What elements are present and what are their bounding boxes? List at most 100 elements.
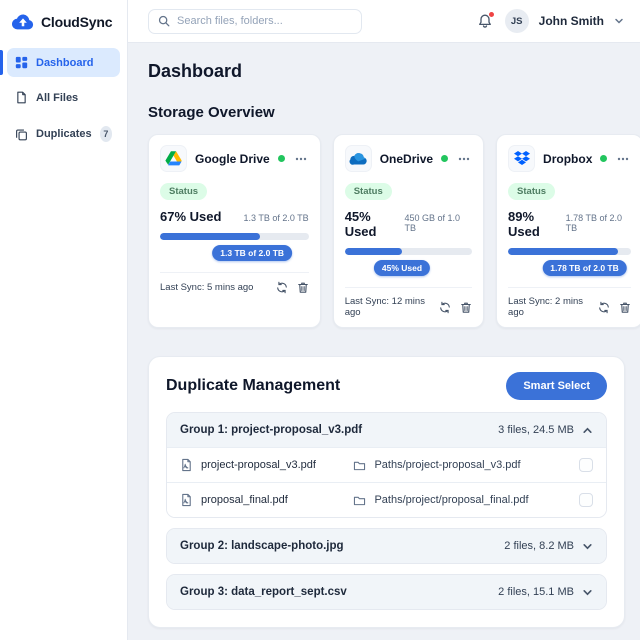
file-select-checkbox[interactable] <box>579 458 593 472</box>
used-percent-label: 67% Used <box>160 209 222 224</box>
more-options-icon[interactable] <box>293 155 309 163</box>
group-meta: 3 files, 24.5 MB <box>498 424 574 436</box>
main-area: JS John Smith Dashboard Storage Overview <box>128 0 640 640</box>
chevron-down-icon[interactable] <box>582 587 593 598</box>
chevron-up-icon[interactable] <box>582 425 593 436</box>
refresh-sync-icon[interactable] <box>598 301 610 314</box>
group-label: Group 1: project-proposal_v3.pdf <box>180 424 363 436</box>
file-icon <box>15 91 28 104</box>
app-name: CloudSync <box>41 14 113 30</box>
storage-progress-fill <box>160 233 260 240</box>
refresh-sync-icon[interactable] <box>439 301 451 314</box>
storage-progress-fill <box>508 248 618 255</box>
sidebar-item-all-files[interactable]: All Files <box>7 83 120 112</box>
duplicate-group-2: Group 2: landscape-photo.jpg 2 files, 8.… <box>166 528 607 564</box>
pdf-file-icon <box>180 493 193 507</box>
last-sync-label: Last Sync: 5 mins ago <box>160 282 254 293</box>
provider-name: Google Drive <box>195 151 270 166</box>
smart-select-button[interactable]: Smart Select <box>506 372 607 400</box>
trash-icon[interactable] <box>460 301 472 314</box>
capacity-label: 450 GB of 1.0 TB <box>404 213 461 233</box>
used-percent-label: 45% Used <box>344 209 377 239</box>
onedrive-icon <box>344 145 372 172</box>
duplicate-management-panel: Duplicate Management Smart Select Group … <box>148 356 625 628</box>
connected-status-dot <box>600 155 608 162</box>
more-options-icon[interactable] <box>615 155 631 163</box>
avatar[interactable]: JS <box>504 9 529 33</box>
group-meta: 2 files, 15.1 MB <box>498 586 574 598</box>
page-title: Dashboard <box>148 61 243 81</box>
cloudsync-logo-icon <box>12 14 34 30</box>
sidebar: CloudSync Dashboard All Files Duplicates… <box>0 0 128 640</box>
top-bar: JS John Smith <box>128 0 640 43</box>
used-percent-label: 89% Used <box>508 209 540 239</box>
storage-cards: Google Drive Status 67% Used 1.3 TB of 2… <box>148 134 640 328</box>
storage-tooltip-pill: 45% Used <box>373 260 431 276</box>
trash-icon[interactable] <box>619 301 631 314</box>
folder-icon <box>353 460 366 471</box>
refresh-sync-icon[interactable] <box>276 281 288 294</box>
file-name: project-proposal_v3.pdf <box>201 459 316 471</box>
capacity-label: 1.3 TB of 2.0 TB <box>243 213 309 223</box>
group-meta: 2 files, 8.2 MB <box>504 540 574 552</box>
storage-progress-bar <box>344 248 473 255</box>
pdf-file-icon <box>180 458 193 472</box>
duplicate-management-title: Duplicate Management <box>166 377 341 394</box>
file-name: proposal_final.pdf <box>201 494 288 506</box>
provider-name: Dropbox <box>543 151 593 166</box>
capacity-label: 1.78 TB of 2.0 TB <box>565 213 622 233</box>
sidebar-item-duplicates[interactable]: Duplicates 7 <box>7 118 120 150</box>
sidebar-item-label: All Files <box>36 91 79 104</box>
google-drive-icon <box>160 145 187 172</box>
duplicate-group-header[interactable]: Group 2: landscape-photo.jpg 2 files, 8.… <box>167 529 606 563</box>
duplicate-group-header[interactable]: Group 1: project-proposal_v3.pdf 3 files… <box>167 413 606 447</box>
dropbox-icon <box>508 145 536 172</box>
notifications-bell-icon[interactable] <box>475 11 495 31</box>
status-badge: Status <box>344 183 392 200</box>
notification-dot <box>487 11 495 18</box>
duplicates-copy-icon <box>15 128 28 141</box>
connected-status-dot <box>441 155 449 162</box>
group-label: Group 3: data_report_sept.csv <box>180 586 347 598</box>
dashboard-grid-icon <box>15 56 28 69</box>
status-badge: Status <box>160 183 208 200</box>
duplicate-group-header[interactable]: Group 3: data_report_sept.csv 2 files, 1… <box>167 575 606 609</box>
file-path: Paths/project-proposal_v3.pdf <box>374 459 521 471</box>
file-path: Paths/project/proposal_final.pdf <box>374 494 529 506</box>
duplicate-file-row: project-proposal_v3.pdf Paths/project-pr… <box>167 447 606 482</box>
duplicate-file-row: proposal_final.pdf Paths/project/proposa… <box>167 482 606 517</box>
duplicate-group-1: Group 1: project-proposal_v3.pdf 3 files… <box>166 412 607 518</box>
storage-card-dropbox: Dropbox Status 89% Used 1.78 TB of 2.0 T… <box>496 134 640 328</box>
storage-progress-fill <box>344 248 402 255</box>
duplicates-count-badge: 7 <box>99 126 112 142</box>
connected-status-dot <box>277 155 285 162</box>
content: Dashboard Storage Overview Google Drive <box>128 43 640 640</box>
status-badge: Status <box>508 183 556 200</box>
last-sync-label: Last Sync: 12 mins ago <box>344 296 425 318</box>
storage-progress-bar <box>160 233 309 240</box>
search-input[interactable] <box>177 15 352 27</box>
storage-card-google-drive: Google Drive Status 67% Used 1.3 TB of 2… <box>148 134 321 328</box>
storage-progress-bar <box>508 248 632 255</box>
user-name: John Smith <box>538 14 604 28</box>
storage-overview-title: Storage Overview <box>148 104 275 121</box>
sidebar-nav: Dashboard All Files Duplicates 7 <box>0 46 127 152</box>
topbar-right: JS John Smith <box>475 9 624 33</box>
sidebar-item-label: Duplicates <box>36 128 92 140</box>
chevron-down-icon[interactable] <box>614 16 624 26</box>
last-sync-label: Last Sync: 2 mins ago <box>508 296 584 318</box>
chevron-down-icon[interactable] <box>582 541 593 552</box>
file-select-checkbox[interactable] <box>579 493 593 507</box>
search-box[interactable] <box>148 8 362 34</box>
sidebar-item-dashboard[interactable]: Dashboard <box>0 48 120 77</box>
folder-icon <box>353 495 366 506</box>
duplicate-group-3: Group 3: data_report_sept.csv 2 files, 1… <box>166 574 607 610</box>
more-options-icon[interactable] <box>456 155 472 163</box>
storage-card-onedrive: OneDrive Status 45% Used 450 GB of 1.0 T… <box>332 134 485 328</box>
provider-name: OneDrive <box>379 151 434 166</box>
group-label: Group 2: landscape-photo.jpg <box>180 540 344 552</box>
trash-icon[interactable] <box>297 281 309 294</box>
storage-tooltip-pill: 1.78 TB of 2.0 TB <box>542 260 627 276</box>
app-logo: CloudSync <box>0 0 127 46</box>
search-icon <box>158 15 170 27</box>
